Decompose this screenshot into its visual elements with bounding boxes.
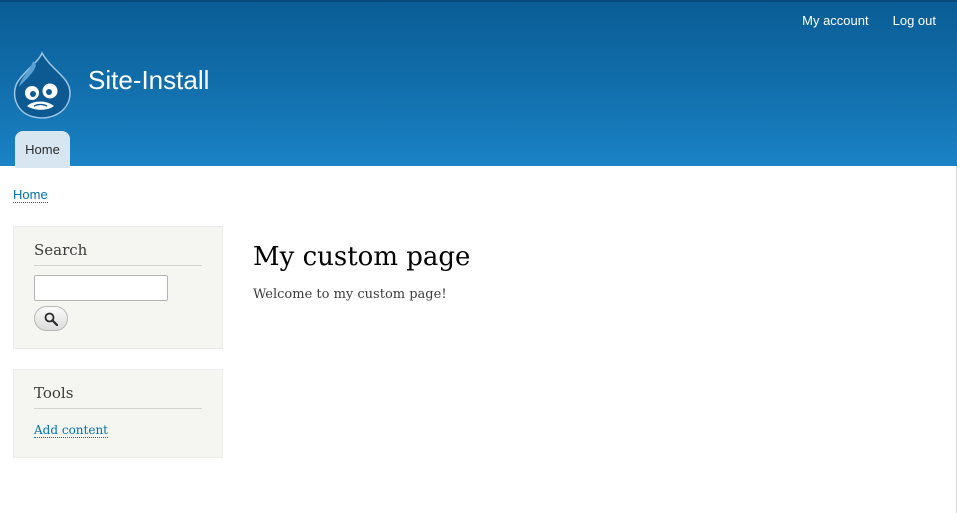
search-button[interactable] bbox=[34, 306, 68, 331]
my-account-link[interactable]: My account bbox=[802, 13, 868, 28]
main-menu-tab-home[interactable]: Home bbox=[15, 131, 70, 168]
page-title: My custom page bbox=[253, 242, 471, 272]
log-out-link[interactable]: Log out bbox=[893, 13, 936, 28]
page-body-text: Welcome to my custom page! bbox=[253, 287, 447, 302]
add-content-link[interactable]: Add content bbox=[34, 423, 108, 438]
search-block: Search bbox=[13, 226, 223, 349]
site-name[interactable]: Site-Install bbox=[88, 65, 209, 96]
tools-block: Tools Add content bbox=[13, 369, 223, 458]
tools-block-title: Tools bbox=[34, 384, 202, 409]
search-input[interactable] bbox=[34, 275, 168, 301]
main-menu: Home bbox=[15, 131, 70, 168]
search-block-title: Search bbox=[34, 241, 202, 266]
drupal-drop-icon[interactable] bbox=[12, 51, 72, 119]
breadcrumb-home-link[interactable]: Home bbox=[13, 187, 48, 203]
search-icon bbox=[44, 312, 58, 326]
site-header: My account Log out Site-Install Home bbox=[0, 0, 957, 168]
secondary-menu: My account Log out bbox=[778, 13, 936, 28]
